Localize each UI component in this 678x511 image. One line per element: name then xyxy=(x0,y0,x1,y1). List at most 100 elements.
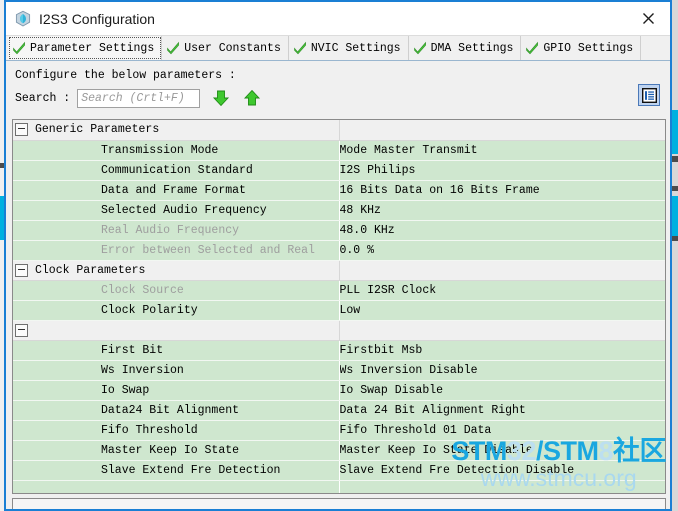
param-value-cell[interactable]: 16 Bits Data on 16 Bits Frame xyxy=(338,180,665,201)
param-name: Data and Frame Format xyxy=(101,183,246,197)
table-row[interactable]: Data24 Bit Alignment Data 24 Bit Alignme… xyxy=(13,400,665,421)
list-view-icon xyxy=(641,87,657,103)
window-title: I2S3 Configuration xyxy=(39,10,155,27)
group-name-cell xyxy=(13,320,339,341)
param-name-cell: Master Keep Io State xyxy=(13,440,339,461)
group-label: Generic Parameters xyxy=(35,123,160,137)
param-name-cell: Clock Source xyxy=(13,280,339,301)
table-row[interactable]: Clock Polarity Low xyxy=(13,300,665,321)
param-name: Selected Audio Frequency xyxy=(101,203,267,217)
check-icon xyxy=(526,41,539,55)
table-row: Error between Selected and Real 0.0 % xyxy=(13,240,665,261)
table-row[interactable]: Communication Standard I2S Philips xyxy=(13,160,665,181)
arrow-up-icon[interactable] xyxy=(242,88,262,108)
table-row[interactable]: Data and Frame Format 16 Bits Data on 16… xyxy=(13,180,665,201)
param-value-cell[interactable]: Io Swap Disable xyxy=(338,380,665,401)
group-name-cell: Generic Parameters xyxy=(13,120,339,141)
tab-label: User Constants xyxy=(184,41,281,55)
param-value-cell[interactable]: Data 24 Bit Alignment Right xyxy=(338,400,665,421)
tab-nvic-settings[interactable]: NVIC Settings xyxy=(288,36,409,60)
param-name-cell: Ws Inversion xyxy=(13,360,339,381)
param-name: Data24 Bit Alignment xyxy=(101,403,240,417)
tab-bar: Parameter Settings User Constants NVIC S… xyxy=(6,36,670,61)
table-row[interactable]: Transmission Mode Mode Master Transmit xyxy=(13,140,665,161)
param-name-cell: Communication Standard xyxy=(13,160,339,181)
group-value-cell xyxy=(338,260,665,281)
param-name-cell: Selected Audio Frequency xyxy=(13,200,339,221)
collapse-icon[interactable] xyxy=(15,323,28,337)
check-icon xyxy=(167,41,180,55)
tab-label: GPIO Settings xyxy=(543,41,634,55)
group-value-cell xyxy=(338,320,665,341)
param-name: First Bit xyxy=(101,343,164,357)
param-value-cell[interactable]: I2S Philips xyxy=(338,160,665,181)
table-row[interactable]: Selected Audio Frequency 48 KHz xyxy=(13,200,665,221)
tab-dma-settings[interactable]: DMA Settings xyxy=(408,36,522,60)
parameters-table: Generic Parameters Transmission Mode Mod… xyxy=(13,120,665,493)
param-name-cell: Data24 Bit Alignment xyxy=(13,400,339,421)
param-name: Clock Polarity xyxy=(101,303,198,317)
param-value-cell[interactable]: Fifo Threshold 01 Data xyxy=(338,420,665,441)
param-value-cell: 0.0 % xyxy=(338,240,665,261)
search-label: Search : xyxy=(15,91,71,105)
param-name-cell: Io Swap xyxy=(13,380,339,401)
param-value-cell xyxy=(338,480,665,493)
param-name-cell: Slave Extend Fre Detection xyxy=(13,460,339,481)
i2s3-configuration-dialog: I2S3 Configuration Parameter Settings Us… xyxy=(4,0,672,511)
param-name-cell: Clock Polarity xyxy=(13,300,339,321)
check-icon xyxy=(294,41,306,55)
param-name: Error between Selected and Real xyxy=(101,243,315,257)
param-name-cell: Fifo Threshold xyxy=(13,420,339,441)
table-group-header[interactable]: Generic Parameters xyxy=(13,120,665,141)
param-name-cell: Data and Frame Format xyxy=(13,180,339,201)
table-row: Clock Source PLL I2SR Clock xyxy=(13,280,665,301)
table-group-header[interactable]: Clock Parameters xyxy=(13,260,665,281)
param-name: Master Keep Io State xyxy=(101,443,240,457)
close-icon xyxy=(642,12,654,24)
tab-label: Parameter Settings xyxy=(30,41,155,55)
table-row[interactable]: Ws Inversion Ws Inversion Disable xyxy=(13,360,665,381)
collapse-icon[interactable] xyxy=(15,123,28,137)
param-name: Fifo Threshold xyxy=(101,423,198,437)
param-name: Io Swap xyxy=(101,383,150,397)
instruction-text: Configure the below parameters : xyxy=(15,69,236,82)
param-value-cell: 48.0 KHz xyxy=(338,220,665,241)
title-bar: I2S3 Configuration xyxy=(6,2,670,36)
table-row: Real Audio Frequency 48.0 KHz xyxy=(13,220,665,241)
search-row: Search : xyxy=(6,83,670,113)
collapse-icon[interactable] xyxy=(15,263,28,277)
tab-user-constants[interactable]: User Constants xyxy=(162,36,289,60)
param-name-cell: Real Audio Frequency xyxy=(13,220,339,241)
param-value-cell[interactable]: Master Keep Io State Disable xyxy=(338,440,665,461)
param-value-cell[interactable]: Firstbit Msb xyxy=(338,340,665,361)
cube-icon xyxy=(15,10,31,27)
search-input[interactable] xyxy=(77,88,201,108)
param-value-cell[interactable]: Low xyxy=(338,300,665,321)
table-row[interactable]: First Bit Firstbit Msb xyxy=(13,340,665,361)
table-group-header[interactable] xyxy=(13,320,665,341)
group-value-cell xyxy=(338,120,665,141)
param-value-cell[interactable]: Ws Inversion Disable xyxy=(338,360,665,381)
param-name: Clock Source xyxy=(101,283,184,297)
tab-gpio-settings[interactable]: GPIO Settings xyxy=(521,36,642,60)
group-name-cell: Clock Parameters xyxy=(13,260,339,281)
check-icon xyxy=(413,41,426,55)
param-name-cell: Error between Selected and Real xyxy=(13,240,339,261)
list-view-toggle-button[interactable] xyxy=(638,84,660,106)
param-value-cell[interactable]: Mode Master Transmit xyxy=(338,140,665,161)
table-row[interactable]: Fifo Threshold Fifo Threshold 01 Data xyxy=(13,420,665,441)
table-row[interactable]: Io Swap Io Swap Disable xyxy=(13,380,665,401)
tab-label: DMA Settings xyxy=(430,41,514,55)
table-row[interactable]: Master Keep Io State Master Keep Io Stat… xyxy=(13,440,665,461)
group-label: Clock Parameters xyxy=(35,263,146,277)
close-button[interactable] xyxy=(626,2,670,34)
table-row[interactable]: Slave Extend Fre Detection Slave Extend … xyxy=(13,460,665,481)
param-value-cell[interactable]: 48 KHz xyxy=(338,200,665,221)
table-row xyxy=(13,480,665,493)
param-name: Real Audio Frequency xyxy=(101,223,240,237)
tab-parameter-settings[interactable]: Parameter Settings xyxy=(8,36,163,60)
param-name-cell xyxy=(13,480,339,493)
arrow-down-icon[interactable] xyxy=(211,88,231,108)
param-value-cell[interactable]: Slave Extend Fre Detection Disable xyxy=(338,460,665,481)
parameters-table-container[interactable]: Generic Parameters Transmission Mode Mod… xyxy=(12,119,666,494)
